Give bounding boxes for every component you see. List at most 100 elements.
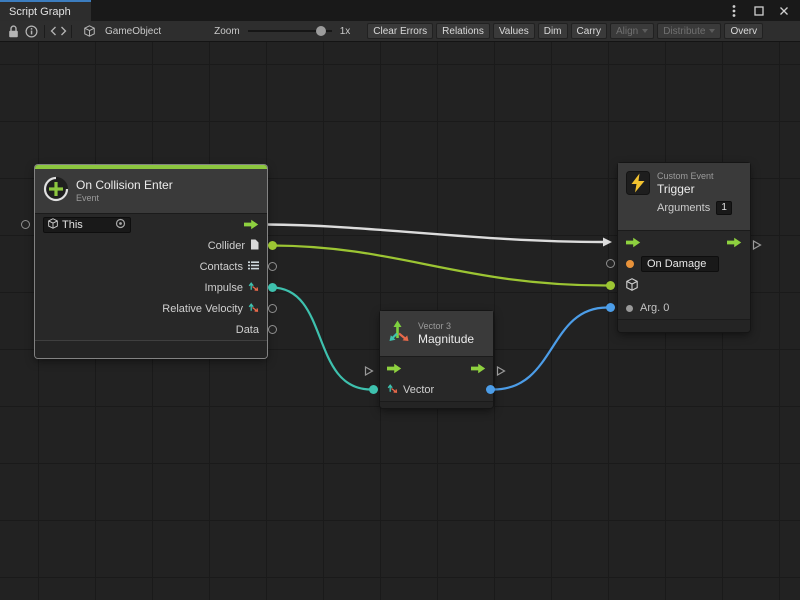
gameobject-label: GameObject xyxy=(105,26,161,37)
flow-output-port-triangle[interactable] xyxy=(496,363,506,381)
flow-input-arrow-icon[interactable] xyxy=(626,237,641,248)
node-footer xyxy=(618,319,750,332)
axes-icon xyxy=(248,281,259,295)
output-row-data: Data xyxy=(35,319,267,340)
clear-errors-button[interactable]: Clear Errors xyxy=(367,23,433,39)
relations-button[interactable]: Relations xyxy=(436,23,490,39)
graph-toolbar: GameObject Zoom 1x Clear Errors Relation… xyxy=(0,21,800,42)
carry-button[interactable]: Carry xyxy=(571,23,607,39)
target-row xyxy=(618,275,750,297)
port-data-output[interactable] xyxy=(268,325,277,334)
node-title: On Collision Enter xyxy=(76,178,173,192)
flow-arrowhead-icon xyxy=(603,238,612,247)
port-relative-velocity-output[interactable] xyxy=(268,304,277,313)
gameobject-cube-icon xyxy=(80,23,98,39)
edge-collider-to-target[interactable] xyxy=(272,246,607,286)
node-category: Vector 3 xyxy=(418,321,474,332)
port-collider-output[interactable] xyxy=(268,241,277,250)
edge-impulse-to-vector[interactable] xyxy=(272,288,371,390)
dim-button[interactable]: Dim xyxy=(538,23,568,39)
node-header: Vector 3 Magnitude xyxy=(380,311,493,357)
target-picker-icon[interactable] xyxy=(115,218,126,232)
code-icon[interactable] xyxy=(49,23,67,39)
flow-output-arrow-icon[interactable] xyxy=(727,237,742,248)
vector-input-row: Vector xyxy=(380,379,493,401)
flow-input-port-triangle[interactable] xyxy=(364,363,374,381)
target-row: This xyxy=(35,214,267,235)
axes-icon xyxy=(387,383,398,397)
align-label: Align xyxy=(616,26,638,37)
window-controls xyxy=(727,0,800,21)
node-category: Custom Event xyxy=(657,171,732,182)
port-vector-input[interactable] xyxy=(369,385,378,394)
arguments-row: Arguments 1 xyxy=(657,201,732,215)
info-icon[interactable] xyxy=(22,23,40,39)
edge-flow-collision-to-trigger[interactable] xyxy=(267,225,603,243)
flow-output-arrow-icon[interactable] xyxy=(471,363,486,374)
node-trigger-custom-event[interactable]: Custom Event Trigger Arguments 1 On Dama… xyxy=(618,163,750,332)
node-footer xyxy=(35,340,267,358)
port-arg0-input[interactable] xyxy=(606,303,615,312)
output-label: Contacts xyxy=(200,261,243,273)
lock-icon[interactable] xyxy=(4,23,22,39)
document-icon xyxy=(250,239,259,253)
zoom-slider-knob[interactable] xyxy=(316,26,326,36)
close-icon[interactable] xyxy=(777,4,791,18)
zoom-slider[interactable] xyxy=(248,23,332,39)
titlebar: Script Graph xyxy=(0,0,800,21)
zoom-value: 1x xyxy=(340,26,351,37)
port-oce-target-input[interactable] xyxy=(21,220,30,229)
output-row-impulse: Impulse xyxy=(35,277,267,298)
node-vector3-magnitude[interactable]: Vector 3 Magnitude Vector xyxy=(380,311,493,408)
arg0-port-dot[interactable] xyxy=(626,305,633,312)
output-row-collider: Collider xyxy=(35,235,267,256)
flow-row xyxy=(618,231,750,253)
graph-canvas[interactable]: On Collision Enter Event This xyxy=(0,42,800,600)
flow-output-arrow-icon[interactable] xyxy=(244,219,259,230)
port-magnitude-output[interactable] xyxy=(486,385,495,394)
arg0-label: Arg. 0 xyxy=(640,302,669,314)
arguments-count-field[interactable]: 1 xyxy=(716,201,732,215)
port-contacts-output[interactable] xyxy=(268,262,277,271)
output-label: Data xyxy=(236,324,259,336)
event-name-row: On Damage xyxy=(618,253,750,275)
port-impulse-output[interactable] xyxy=(268,283,277,292)
target-dropdown[interactable]: This xyxy=(43,217,131,233)
chevron-down-icon xyxy=(642,29,648,33)
axes-icon xyxy=(248,302,259,316)
menu-icon[interactable] xyxy=(727,4,741,18)
string-port-dot[interactable] xyxy=(626,260,634,268)
unity-window: Script Graph xyxy=(0,0,800,600)
tab-script-graph[interactable]: Script Graph xyxy=(0,0,91,21)
arg0-row: Arg. 0 xyxy=(618,297,750,319)
output-row-relative-velocity: Relative Velocity xyxy=(35,298,267,319)
output-label: Collider xyxy=(208,240,245,252)
distribute-dropdown[interactable]: Distribute xyxy=(657,23,721,39)
arguments-label: Arguments xyxy=(657,202,710,215)
chevron-down-icon xyxy=(709,29,715,33)
edge-magnitude-to-arg0[interactable] xyxy=(493,308,607,390)
event-name-field[interactable]: On Damage xyxy=(641,256,719,272)
target-dropdown-value: This xyxy=(62,219,83,231)
cube-icon xyxy=(48,218,58,232)
node-on-collision-enter[interactable]: On Collision Enter Event This xyxy=(35,165,267,358)
output-row-contacts: Contacts xyxy=(35,256,267,277)
flow-output-port-triangle[interactable] xyxy=(752,237,762,255)
collision-event-icon xyxy=(43,176,69,207)
overview-button[interactable]: Overv xyxy=(724,23,763,39)
align-dropdown[interactable]: Align xyxy=(610,23,654,39)
port-event-name-input[interactable] xyxy=(606,259,615,268)
flow-input-arrow-icon[interactable] xyxy=(387,363,402,374)
node-header: On Collision Enter Event xyxy=(35,169,267,214)
output-label: Relative Velocity xyxy=(162,303,243,315)
maximize-icon[interactable] xyxy=(752,4,766,18)
gameobject-context[interactable]: GameObject xyxy=(80,23,164,39)
zoom-label: Zoom xyxy=(214,26,240,37)
toolbar-separator xyxy=(71,25,72,38)
node-subtitle: Event xyxy=(76,193,173,204)
distribute-label: Distribute xyxy=(663,26,705,37)
values-button[interactable]: Values xyxy=(493,23,535,39)
node-title: Magnitude xyxy=(418,332,474,346)
port-trigger-target-input[interactable] xyxy=(606,281,615,290)
output-label: Impulse xyxy=(204,282,243,294)
